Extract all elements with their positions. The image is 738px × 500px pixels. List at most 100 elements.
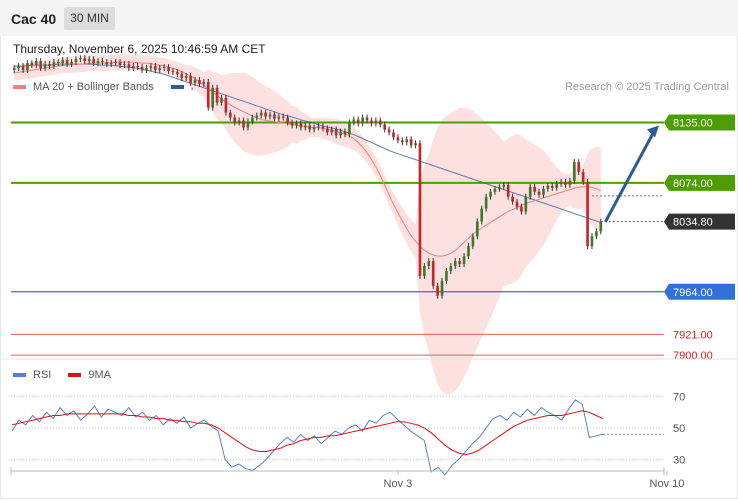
candle-body xyxy=(431,261,435,286)
candle-body xyxy=(154,66,157,71)
candle-body xyxy=(198,79,201,84)
candle-body xyxy=(409,139,413,146)
candle-body xyxy=(401,140,404,143)
x-tick-label-0: Nov 3 xyxy=(384,478,413,490)
candle-body xyxy=(577,162,581,172)
candle-body xyxy=(550,185,554,188)
candle-body xyxy=(599,221,603,232)
candle-body xyxy=(387,129,391,133)
candle-body xyxy=(524,196,528,212)
level-tag-text-8135.00: 8135.00 xyxy=(673,117,713,129)
candle-body xyxy=(109,63,113,65)
candle-body xyxy=(264,112,267,117)
candle-body xyxy=(484,196,488,209)
candle-body xyxy=(498,186,501,189)
candle-body xyxy=(233,117,237,123)
candle-body xyxy=(374,120,378,124)
candle-body xyxy=(489,191,492,197)
candle-body xyxy=(12,68,16,71)
candle-body xyxy=(392,132,395,138)
candle-body xyxy=(480,208,484,222)
candle-body xyxy=(21,66,25,71)
candle-body xyxy=(52,62,56,67)
candle-body xyxy=(61,60,65,64)
rsi-panel: 70 50 30 xyxy=(0,358,738,476)
candle-body xyxy=(352,119,356,123)
candle-body xyxy=(101,61,104,63)
candle-body xyxy=(158,68,162,71)
candle-body xyxy=(295,123,298,126)
candle-body xyxy=(202,81,206,84)
candle-body xyxy=(215,87,219,103)
rsi-tick-50: 50 xyxy=(673,423,685,435)
candle-body xyxy=(317,126,320,128)
candle-body xyxy=(255,115,259,118)
candle-body xyxy=(348,122,351,135)
candle-body xyxy=(427,261,431,267)
candle-body xyxy=(458,261,461,265)
candle-body xyxy=(449,266,453,271)
candle-body xyxy=(299,123,303,128)
candle-body xyxy=(378,120,382,125)
candle-body xyxy=(330,129,334,133)
candle-body xyxy=(180,73,184,78)
candle-body xyxy=(405,139,409,143)
candle-body xyxy=(418,143,422,276)
candle-body xyxy=(537,191,541,195)
candle-body xyxy=(277,116,281,119)
candle-body xyxy=(189,75,192,83)
x-tick-label-1: Nov 10 xyxy=(650,478,685,490)
candle-body xyxy=(471,236,475,247)
candle-body xyxy=(370,120,373,124)
candle-body xyxy=(193,79,197,83)
candle-body xyxy=(326,128,329,133)
candle-body xyxy=(224,97,228,113)
candle-body xyxy=(564,181,567,185)
candle-body xyxy=(34,61,38,66)
candle-body xyxy=(290,122,294,126)
candle-body xyxy=(515,201,519,207)
candle-body xyxy=(39,61,42,69)
candle-body xyxy=(555,183,559,188)
rsi-tick-70: 70 xyxy=(673,392,685,404)
candle-body xyxy=(312,127,316,130)
candle-body xyxy=(308,125,312,130)
x-axis: Nov 3 Nov 10 xyxy=(10,467,685,490)
level-label-7900.00: 7900.00 xyxy=(673,350,713,362)
current-price-text: 8034.80 xyxy=(673,217,713,229)
candle-body xyxy=(453,261,457,267)
candle-body xyxy=(206,81,210,108)
candle-body xyxy=(568,180,572,185)
candle-body xyxy=(259,112,263,116)
chart-canvas[interactable]: 8135.00 8074.00 7964.00 7921.00 7900.00 8034.… xyxy=(0,0,738,500)
rsi-series-9MA xyxy=(11,410,604,456)
candle-body xyxy=(502,184,506,187)
candle-body xyxy=(546,185,550,189)
rsi-series-RSI xyxy=(11,399,604,476)
candle-body xyxy=(361,117,364,124)
candle-body xyxy=(74,59,78,63)
candle-body xyxy=(339,131,342,136)
candle-body xyxy=(87,59,91,62)
candle-body xyxy=(573,162,576,181)
candle-body xyxy=(136,66,140,68)
candle-body xyxy=(423,266,426,276)
candle-body xyxy=(162,67,166,69)
bollinger-band-area xyxy=(14,54,601,395)
candle-body xyxy=(528,186,532,197)
candle-body xyxy=(70,62,73,65)
candle-body xyxy=(445,270,448,281)
candle-body xyxy=(436,285,439,296)
candle-body xyxy=(595,231,598,237)
candle-body xyxy=(246,121,250,128)
candle-body xyxy=(30,63,34,66)
candle-body xyxy=(493,188,497,192)
forecast-arrow-shaft xyxy=(604,129,656,223)
candle-body xyxy=(581,171,585,182)
candle-body xyxy=(237,120,241,123)
candle-body xyxy=(167,67,170,72)
candle-body xyxy=(383,124,387,130)
candle-body xyxy=(506,184,510,197)
candle-body xyxy=(184,75,188,78)
candle-body xyxy=(286,117,289,123)
